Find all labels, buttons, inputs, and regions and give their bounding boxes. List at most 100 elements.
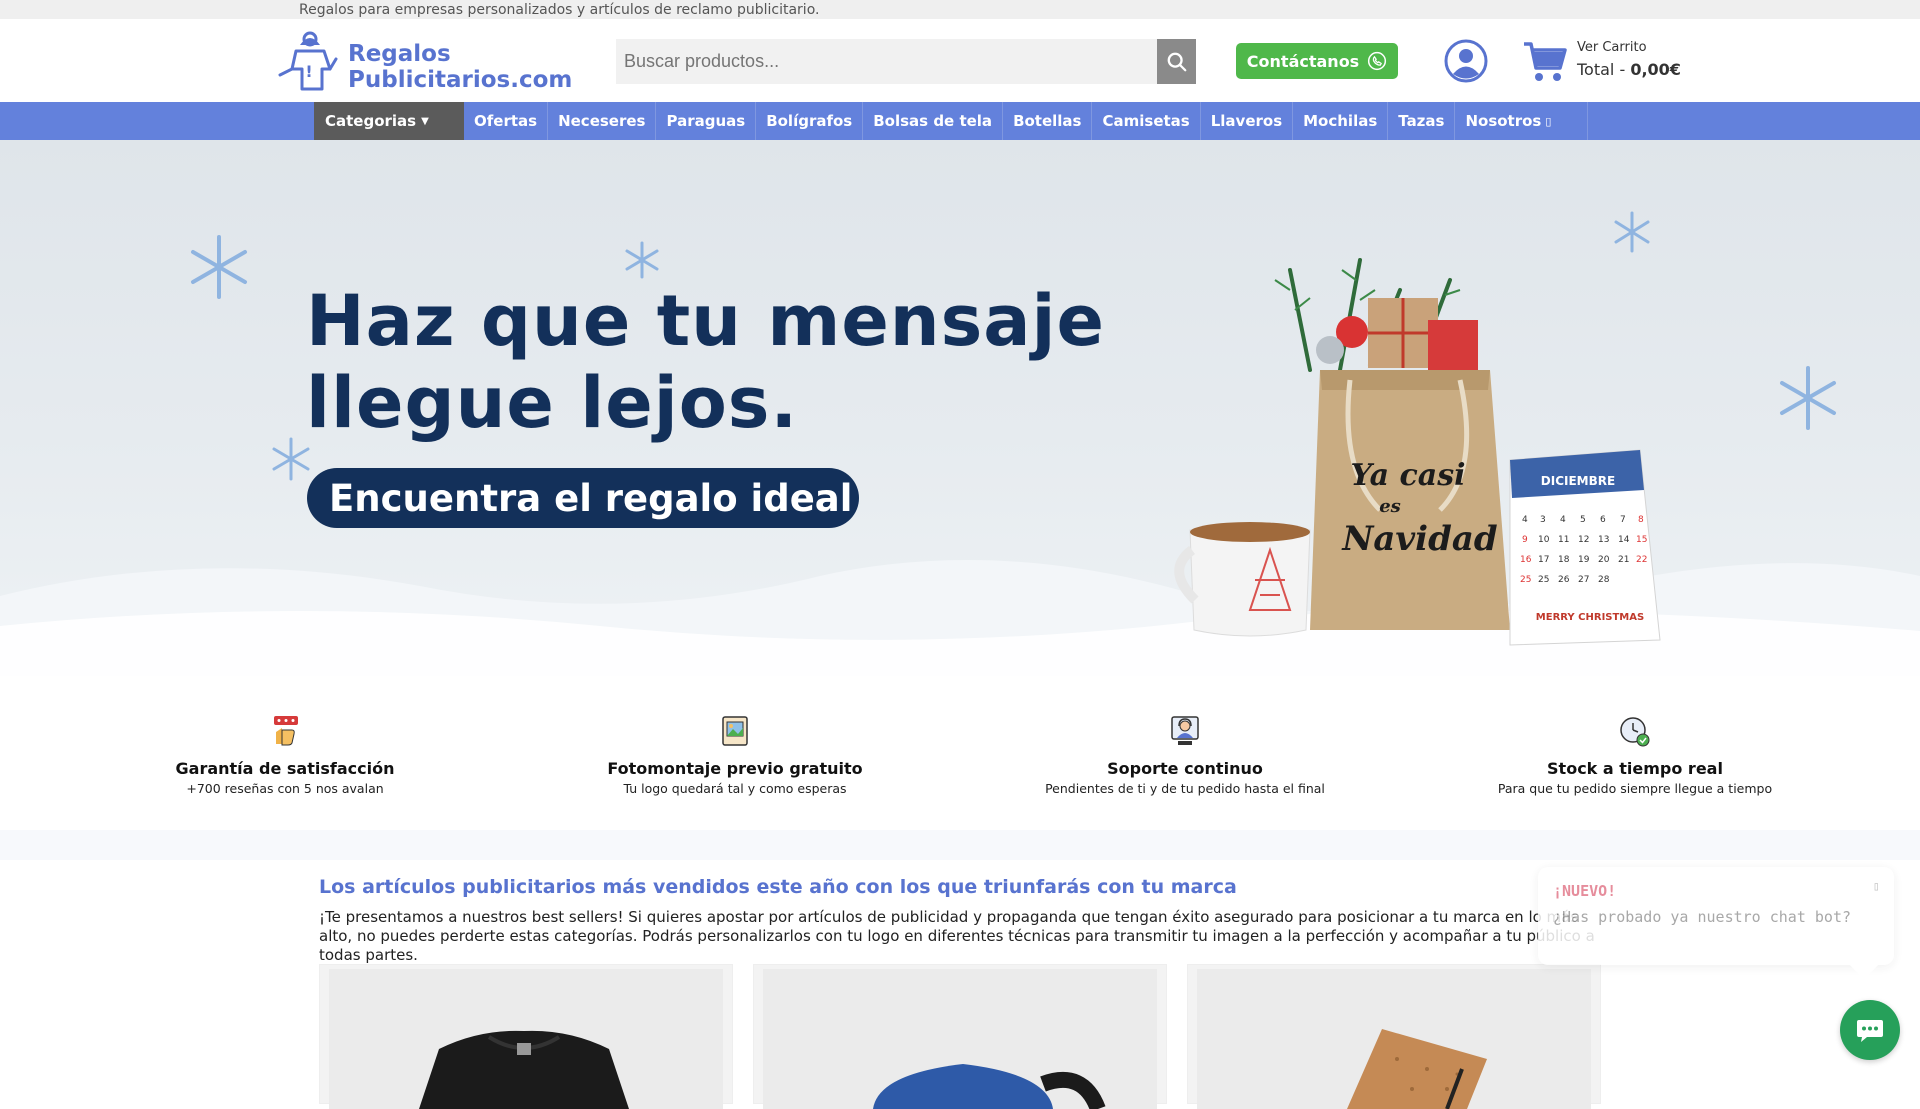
- svg-text:28: 28: [1598, 575, 1610, 585]
- section-divider: [0, 830, 1920, 860]
- categories-dropdown[interactable]: Categorias ▼: [314, 102, 464, 140]
- bestsellers-title: Los artículos publicitarios más vendidos…: [319, 876, 1237, 898]
- svg-text:20: 20: [1598, 555, 1610, 565]
- svg-text:3: 3: [1540, 515, 1546, 525]
- calendar-footer: MERRY CHRISTMAS: [1536, 612, 1644, 623]
- svg-text:6: 6: [1600, 515, 1606, 525]
- cart-label: Ver Carrito: [1577, 40, 1647, 55]
- nav-item-llaveros[interactable]: Llaveros: [1201, 102, 1294, 140]
- cart-total: Total - 0,00€: [1577, 60, 1681, 79]
- snowflake-icon: [1614, 211, 1650, 253]
- nav-item-tazas[interactable]: Tazas: [1388, 102, 1456, 140]
- svg-text:5: 5: [1580, 515, 1586, 525]
- search-button[interactable]: [1157, 39, 1196, 84]
- bag-text-1: Ya casi: [1351, 458, 1466, 493]
- logo-line-2: Publicitarios.com: [348, 67, 573, 93]
- product-card[interactable]: [1187, 964, 1601, 1109]
- mascot-logo-icon: !: [278, 31, 338, 91]
- svg-text:11: 11: [1558, 535, 1569, 545]
- product-image: [329, 969, 723, 1109]
- nav-item-nosotros[interactable]: Nosotros ▯: [1455, 102, 1589, 140]
- tagline: Regalos para empresas personalizados y a…: [299, 2, 820, 18]
- thumbs-up-reviews-icon: [274, 716, 298, 746]
- search-input[interactable]: [616, 39, 1157, 84]
- svg-text:13: 13: [1598, 535, 1609, 545]
- feature-support: Soporte continuo Pendientes de ti y de t…: [975, 714, 1395, 796]
- svg-text:27: 27: [1578, 575, 1589, 585]
- account-button[interactable]: [1444, 39, 1488, 83]
- nav-item-camisetas[interactable]: Camisetas: [1092, 102, 1201, 140]
- site-logo[interactable]: ! Regalos Publicitarios.com: [274, 29, 574, 95]
- nav-item-mochilas[interactable]: Mochilas: [1293, 102, 1389, 140]
- chat-icon: [1857, 1020, 1883, 1042]
- image-frame-icon: [722, 716, 748, 746]
- svg-text:9: 9: [1522, 535, 1528, 545]
- product-card[interactable]: [753, 964, 1167, 1109]
- snowflake-icon: [625, 241, 659, 279]
- site-header: ! Regalos Publicitarios.com Contáctanos: [0, 19, 1920, 102]
- nav-item-boligrafos[interactable]: Bolígrafos: [756, 102, 864, 140]
- nav-item-botellas[interactable]: Botellas: [1003, 102, 1093, 140]
- chatbot-popup[interactable]: ¡NUEVO! ¿Has probado ya nuestro chat bot…: [1538, 867, 1894, 980]
- user-account-icon: [1444, 39, 1488, 83]
- contact-label: Contáctanos: [1246, 51, 1360, 71]
- phone-icon: [1368, 51, 1387, 71]
- cart-total-value: 0,00€: [1630, 60, 1681, 79]
- hero-cta-button[interactable]: Encuentra el regalo ideal: [307, 468, 859, 528]
- svg-text:10: 10: [1538, 535, 1550, 545]
- nosotros-glyph-icon: ▯: [1545, 114, 1552, 128]
- snowflake-icon: [191, 235, 247, 299]
- chatbot-message: ¿Has probado ya nuestro chat bot?: [1553, 908, 1852, 926]
- svg-text:7: 7: [1620, 515, 1626, 525]
- bag-text-3: Navidad: [1341, 519, 1498, 559]
- search-bar: [616, 39, 1196, 84]
- nav-item-paraguas[interactable]: Paraguas: [656, 102, 757, 140]
- caret-down-icon: ▼: [421, 115, 429, 127]
- svg-text:16: 16: [1520, 555, 1532, 565]
- calendar-month: DICIEMBRE: [1541, 474, 1615, 488]
- feature-stock: Stock a tiempo real Para que tu pedido s…: [1425, 714, 1845, 796]
- svg-text:25: 25: [1538, 575, 1549, 585]
- feature-photomontage: Fotomontaje previo gratuito Tu logo qued…: [525, 714, 945, 796]
- svg-text:26: 26: [1558, 575, 1570, 585]
- product-card[interactable]: [319, 964, 733, 1109]
- hero-banner[interactable]: Haz que tu mensaje llegue lejos. Encuent…: [0, 140, 1920, 676]
- features-strip: Garantía de satisfacción +700 reseñas co…: [0, 676, 1920, 830]
- svg-text:12: 12: [1578, 535, 1589, 545]
- bag-text-2: es: [1379, 496, 1401, 517]
- svg-text:21: 21: [1618, 555, 1629, 565]
- mug-image: [873, 1064, 1106, 1109]
- contact-button[interactable]: Contáctanos: [1236, 43, 1398, 79]
- tshirt-image: [419, 1030, 629, 1109]
- hero-headline: Haz que tu mensaje llegue lejos.: [306, 280, 1106, 444]
- svg-text:15: 15: [1636, 535, 1647, 545]
- cart-widget[interactable]: Ver Carrito Total - 0,00€: [1522, 38, 1682, 88]
- svg-text:14: 14: [1618, 535, 1630, 545]
- svg-text:18: 18: [1558, 555, 1570, 565]
- close-icon[interactable]: ▯: [1873, 879, 1880, 893]
- product-image: [763, 969, 1157, 1109]
- svg-text:17: 17: [1538, 555, 1549, 565]
- svg-text:25: 25: [1520, 575, 1531, 585]
- svg-text:8: 8: [1638, 515, 1644, 525]
- chatbot-new-badge: ¡NUEVO!: [1553, 882, 1617, 900]
- logo-text: Regalos Publicitarios.com: [348, 41, 572, 93]
- support-agent-icon: [1171, 716, 1199, 745]
- nav-item-bolsas-de-tela[interactable]: Bolsas de tela: [863, 102, 1004, 140]
- svg-text:!: !: [305, 62, 312, 81]
- nav-item-ofertas[interactable]: Ofertas: [464, 102, 549, 140]
- product-image: [1197, 969, 1591, 1109]
- svg-text:22: 22: [1636, 555, 1647, 565]
- chat-launcher-button[interactable]: [1840, 1000, 1900, 1060]
- feature-satisfaction: Garantía de satisfacción +700 reseñas co…: [75, 714, 495, 796]
- svg-text:4: 4: [1560, 515, 1566, 525]
- bestsellers-text: ¡Te presentamos a nuestros best sellers!…: [319, 908, 1595, 964]
- nav-item-neceseres[interactable]: Neceseres: [548, 102, 657, 140]
- top-info-bar: Regalos para empresas personalizados y a…: [0, 0, 1920, 19]
- shopping-cart-icon: [1524, 42, 1567, 81]
- christmas-products-illustration: Ya casi es Navidad DICIEMBRE 4 3 4 5 6 7 8 9 10…: [1174, 258, 1661, 646]
- cork-notebook-image: [1347, 1029, 1487, 1109]
- snowflake-icon: [1780, 366, 1836, 430]
- nav-items: Categorias ▼ Ofertas Neceseres Paraguas …: [314, 102, 1589, 140]
- main-nav: Categorias ▼ Ofertas Neceseres Paraguas …: [0, 102, 1920, 140]
